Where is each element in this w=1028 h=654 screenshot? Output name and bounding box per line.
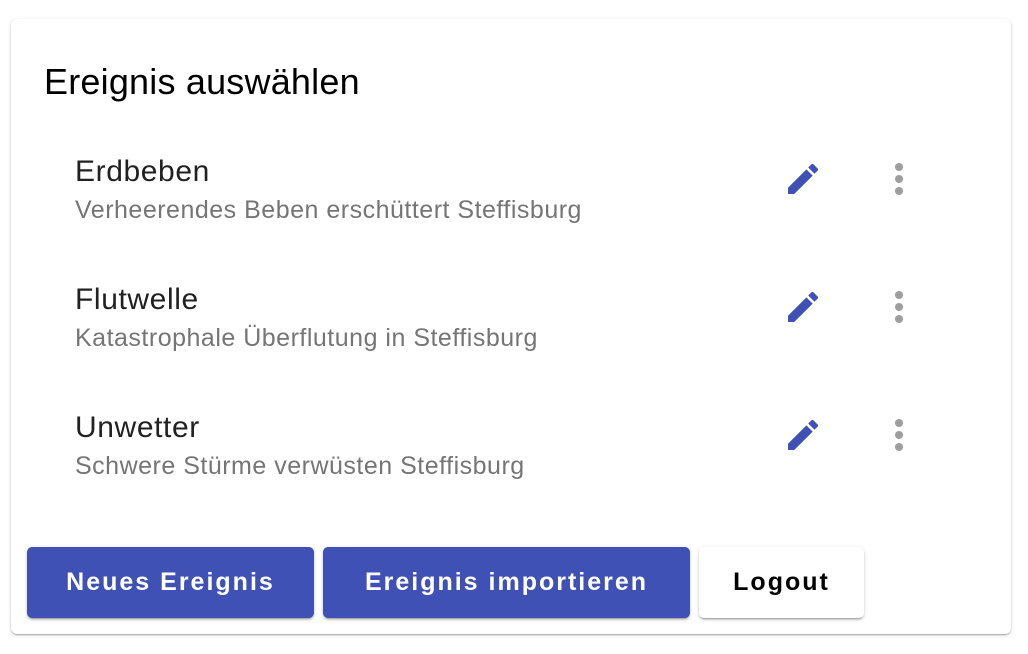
event-item-flutwelle[interactable]: Flutwelle Katastrophale Überflutung in S… <box>11 272 1011 400</box>
event-text: Flutwelle Katastrophale Überflutung in S… <box>75 282 538 354</box>
pencil-icon <box>788 291 819 322</box>
event-subtitle: Verheerendes Beben erschüttert Steffisbu… <box>75 196 582 224</box>
event-list: Erdbeben Verheerendes Beben erschüttert … <box>11 144 1011 528</box>
event-item-erdbeben[interactable]: Erdbeben Verheerendes Beben erschüttert … <box>11 144 1011 272</box>
pencil-icon <box>788 163 819 194</box>
logout-button[interactable]: Logout <box>699 547 864 618</box>
card-title: Ereignis auswählen <box>44 61 360 102</box>
event-menu-button[interactable] <box>871 151 927 207</box>
event-menu-button[interactable] <box>871 407 927 463</box>
more-vert-icon <box>895 291 903 323</box>
event-title: Unwetter <box>75 411 200 444</box>
event-menu-button[interactable] <box>871 279 927 335</box>
edit-event-button[interactable] <box>775 279 831 335</box>
event-subtitle: Schwere Stürme verwüsten Steffisburg <box>75 452 525 480</box>
more-vert-icon <box>895 163 903 195</box>
card-actions: Neues Ereignis Ereignis importieren Logo… <box>27 547 864 618</box>
event-text: Unwetter Schwere Stürme verwüsten Steffi… <box>75 410 525 482</box>
new-event-button[interactable]: Neues Ereignis <box>27 547 314 618</box>
pencil-icon <box>788 419 819 450</box>
event-title: Erdbeben <box>75 155 210 188</box>
event-subtitle: Katastrophale Überflutung in Steffisburg <box>75 324 538 352</box>
event-text: Erdbeben Verheerendes Beben erschüttert … <box>75 154 582 226</box>
edit-event-button[interactable] <box>775 407 831 463</box>
event-title: Flutwelle <box>75 283 199 316</box>
more-vert-icon <box>895 419 903 451</box>
event-item-unwetter[interactable]: Unwetter Schwere Stürme verwüsten Steffi… <box>11 400 1011 528</box>
import-event-button[interactable]: Ereignis importieren <box>323 547 690 618</box>
event-select-card: Ereignis auswählen Erdbeben Verheerendes… <box>11 19 1011 634</box>
edit-event-button[interactable] <box>775 151 831 207</box>
